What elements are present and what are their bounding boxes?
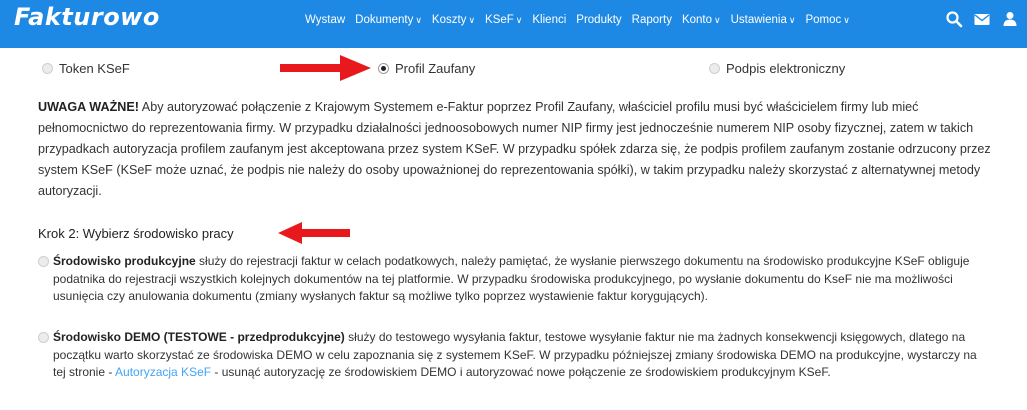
auth-option-label: Profil Zaufany <box>395 61 476 76</box>
env-option-demo[interactable]: Środowisko DEMO (TESTOWE - przedprodukcy… <box>38 329 978 382</box>
menu-item-pomoc[interactable]: Pomoc ∨ <box>800 14 854 26</box>
menu-item-ustawienia[interactable]: Ustawienia ∨ <box>726 14 801 26</box>
chevron-down-icon: ∨ <box>415 15 422 25</box>
env-option-production[interactable]: Środowisko produkcyjne służy do rejestra… <box>38 253 978 306</box>
env-demo-description: Środowisko DEMO (TESTOWE - przedprodukcy… <box>38 329 978 382</box>
radio-profil-zaufany[interactable] <box>378 63 389 74</box>
nav-icons <box>945 10 1019 28</box>
env-demo-title: Środowisko DEMO (TESTOWE - przedprodukcy… <box>53 330 345 344</box>
autoryzacja-ksef-link[interactable]: Autoryzacja KSeF <box>115 365 211 379</box>
menu-item-wystaw[interactable]: Wystaw <box>300 14 350 26</box>
chevron-down-icon: ∨ <box>788 15 796 25</box>
env-demo-text-end: - usunąć autoryzację ze środowiskiem DEM… <box>211 365 831 379</box>
env-production-description: Środowisko produkcyjne służy do rejestra… <box>38 253 978 306</box>
env-production-title: Środowisko produkcyjne <box>53 254 196 268</box>
chevron-down-icon: ∨ <box>714 15 721 25</box>
menu-item-raporty[interactable]: Raporty <box>627 14 677 26</box>
auth-option-token-ksef[interactable]: Token KSeF <box>42 61 130 76</box>
radio-demo[interactable] <box>38 332 49 343</box>
search-icon[interactable] <box>945 10 963 28</box>
user-icon[interactable] <box>1001 10 1019 28</box>
menu-item-klienci[interactable]: Klienci <box>527 14 571 26</box>
auth-option-label: Podpis elektroniczny <box>726 61 846 76</box>
menu-item-produkty[interactable]: Produkty <box>571 14 626 26</box>
warning-text: Aby autoryzować połączenie z Krajowym Sy… <box>38 100 991 198</box>
chevron-down-icon: ∨ <box>468 15 476 25</box>
brand-logo[interactable]: Fakturowo <box>14 3 160 31</box>
mail-icon[interactable] <box>973 10 991 28</box>
auth-option-podpis-elektroniczny[interactable]: Podpis elektroniczny <box>709 61 845 76</box>
auth-option-label: Token KSeF <box>59 61 130 76</box>
radio-podpis-elektroniczny[interactable] <box>709 63 720 74</box>
menu-item-konto[interactable]: Konto ∨ <box>677 14 726 26</box>
auth-option-profil-zaufany[interactable]: Profil Zaufany <box>378 61 475 76</box>
top-navbar: Fakturowo Wystaw Dokumenty ∨ Koszty ∨ KSeF… <box>0 0 1027 48</box>
menu-item-ksef[interactable]: KSeF ∨ <box>480 14 527 26</box>
red-arrow-right-icon <box>280 55 371 81</box>
main-menu: Wystaw Dokumenty ∨ Koszty ∨ KSeF ∨ Klienci … <box>300 14 855 26</box>
chevron-down-icon: ∨ <box>843 15 850 25</box>
warning-lead: UWAGA WAŻNE! <box>38 100 139 114</box>
menu-item-dokumenty[interactable]: Dokumenty ∨ <box>350 14 427 26</box>
radio-production[interactable] <box>38 256 49 267</box>
menu-item-koszty[interactable]: Koszty ∨ <box>427 14 480 26</box>
radio-token-ksef[interactable] <box>42 63 53 74</box>
chevron-down-icon: ∨ <box>515 15 523 25</box>
auth-method-group: Token KSeF Profil Zaufany Podpis elektro… <box>0 61 1027 81</box>
red-arrow-left-icon <box>278 222 350 244</box>
step2-heading: Krok 2: Wybierz środowisko pracy <box>38 226 234 241</box>
authorization-warning: UWAGA WAŻNE! Aby autoryzować połączenie … <box>38 97 998 202</box>
